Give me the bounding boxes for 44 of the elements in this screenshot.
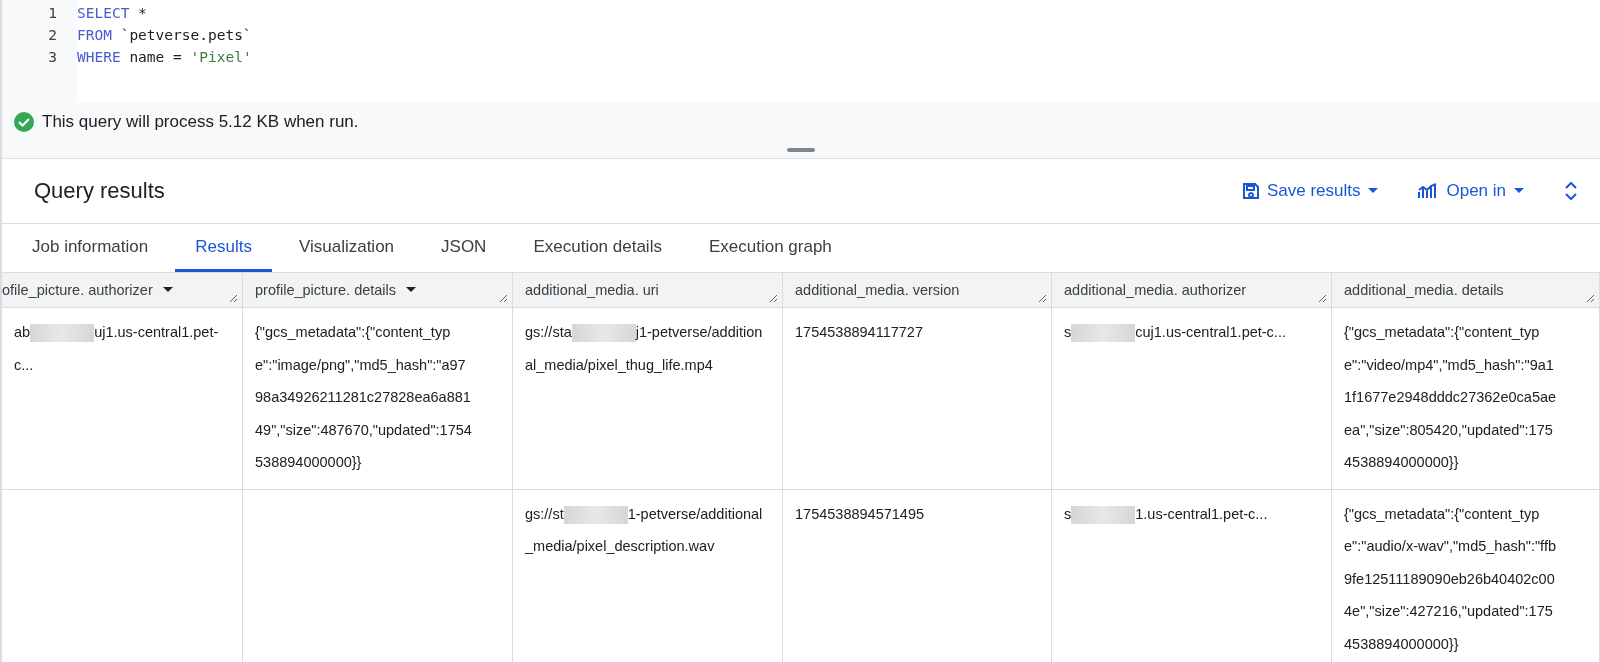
save-menu-button[interactable]: Save results xyxy=(1242,177,1379,205)
column-header[interactable]: additional_media. uri xyxy=(513,273,783,308)
tab[interactable]: Job information xyxy=(12,224,169,272)
column-header[interactable]: ofile_picture. authorizer xyxy=(2,273,243,308)
table-cell: 1754538894117727 xyxy=(783,308,1052,490)
resize-icon[interactable] xyxy=(1038,294,1047,303)
column-header[interactable]: additional_media. authorizer xyxy=(1052,273,1332,308)
tab[interactable]: Visualization xyxy=(278,224,415,272)
resize-handle[interactable] xyxy=(787,148,815,152)
line-number: 3 xyxy=(48,49,57,65)
column-header[interactable]: additional_media. version xyxy=(783,273,1052,308)
resize-icon[interactable] xyxy=(229,294,238,303)
validation-message: This query will process 5.12 KB when run. xyxy=(42,112,359,132)
resize-icon[interactable] xyxy=(499,294,508,303)
line-number: 1 xyxy=(48,5,57,21)
column-header[interactable]: profile_picture. details xyxy=(243,273,513,308)
code-line: SELECT * xyxy=(77,4,147,23)
table-cell: {"gcs_metadata":{"content_type":"audio/x-wav","md5_hash":"ffb9fe12511189090eb26b40402c004e","size":427216,"updated":1754538894000000}} xyxy=(1332,489,1600,662)
tab[interactable]: JSON xyxy=(421,224,507,272)
line-number: 2 xyxy=(48,27,57,43)
resize-icon[interactable] xyxy=(1586,294,1595,303)
results-title: Query results xyxy=(34,178,166,204)
check-icon xyxy=(14,112,34,132)
code-line: FROM `petverse.pets` xyxy=(77,26,252,45)
table-cell: {"gcs_metadata":{"content_type":"image/png","md5_hash":"a9798a34926211281c27828ea6a88149","size":487670,"updated":1754538894000000}} xyxy=(243,308,513,490)
table-cell: 1754538894571495 xyxy=(783,489,1052,662)
caret-icon xyxy=(1368,188,1379,194)
code-line: WHERE name = 'Pixel' xyxy=(77,48,252,67)
table-cell: gs://st 1-petverse/additional_media/pixel_description.wav xyxy=(513,489,783,662)
table-cell: s 1.us-central1.pet-c... xyxy=(1052,489,1332,662)
caret-icon xyxy=(1514,188,1524,194)
chart-icon xyxy=(1418,183,1439,199)
expand-icon[interactable] xyxy=(1564,180,1578,202)
tab[interactable]: Execution details xyxy=(513,224,682,272)
table-cell: gs://sta j1-petverse/additional_media/pixel_thug_life.mp4 xyxy=(513,308,783,490)
chart-menu-button[interactable]: Open in xyxy=(1418,177,1524,205)
resize-icon[interactable] xyxy=(769,294,778,303)
resize-icon[interactable] xyxy=(1318,294,1327,303)
table-cell: {"gcs_metadata":{"content_type":"video/mp4","md5_hash":"9a11f1677e2948dddc27362e0ca5aeea","size":805420,"updated":1754538894000000}} xyxy=(1332,308,1600,490)
save-icon xyxy=(1242,183,1259,199)
table-cell: s cuj1.us-central1.pet-c... xyxy=(1052,308,1332,490)
table-cell: ab uj1.us-central1.pet-c... xyxy=(2,308,243,490)
column-header[interactable]: additional_media. details xyxy=(1332,273,1600,308)
tab[interactable]: Execution graph xyxy=(688,224,852,272)
